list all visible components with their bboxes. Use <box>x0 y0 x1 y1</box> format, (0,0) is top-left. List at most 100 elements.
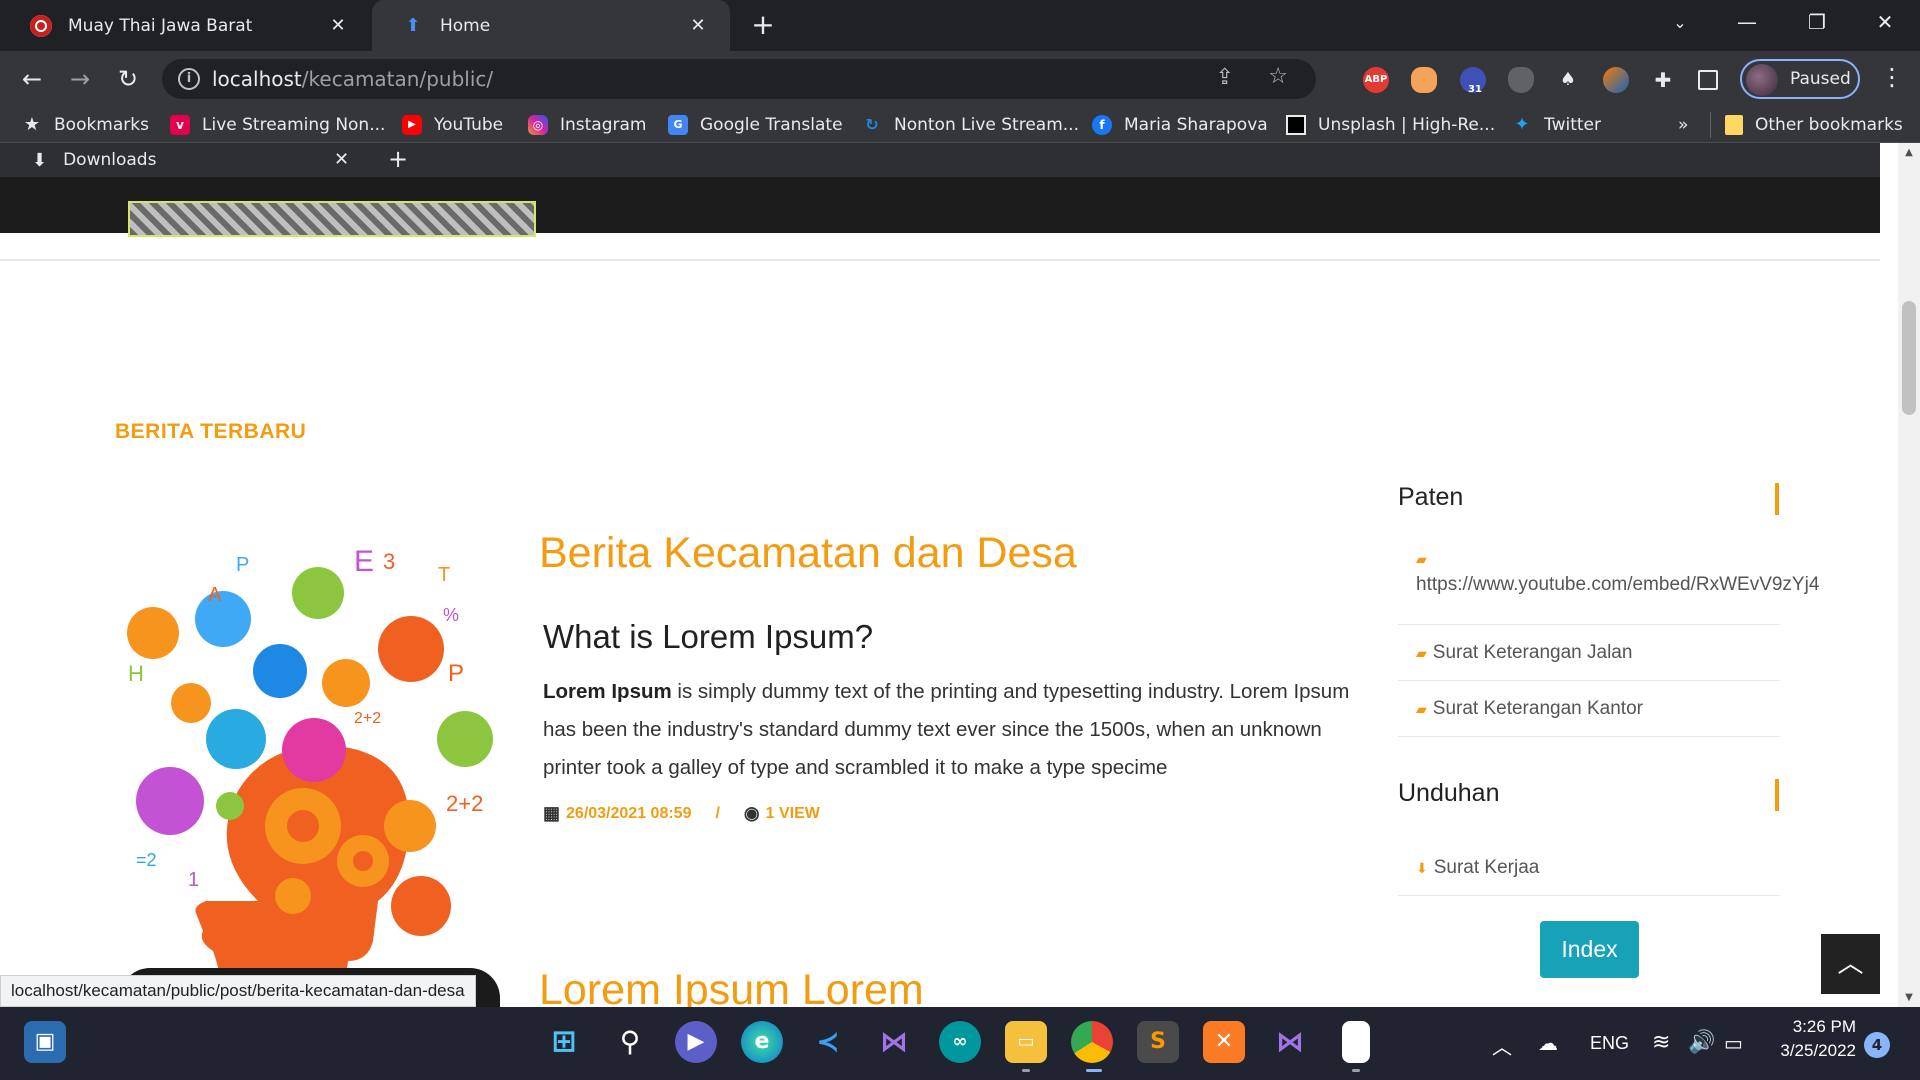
arduino-icon[interactable]: ∞ <box>939 1021 981 1063</box>
forward-button[interactable]: → <box>64 63 96 95</box>
volume-icon[interactable]: 🔊 <box>1688 1029 1715 1055</box>
chrome-icon[interactable] <box>1071 1021 1113 1063</box>
sidebar-item-paten-link[interactable]: ▰ https://www.youtube.com/embed/RxWEvV9z… <box>1398 551 1820 625</box>
tray-overflow-icon[interactable]: ︿ <box>1492 1031 1512 1060</box>
language-indicator[interactable]: ENG <box>1590 1033 1629 1054</box>
extension-orb-icon[interactable] <box>1603 67 1629 93</box>
extension-calendar-icon[interactable]: 31 <box>1460 67 1486 95</box>
address-bar[interactable]: i localhost/kecamatan/public/ ⇪ ☆ <box>162 59 1316 99</box>
visual-studio-icon[interactable]: ⋈ <box>873 1021 915 1063</box>
back-button[interactable]: ← <box>16 63 48 95</box>
clock[interactable]: 3:26 PM 3/25/2022 <box>1772 1017 1856 1061</box>
visual-studio-2-icon[interactable]: ⋈ <box>1269 1021 1311 1063</box>
running-indicator <box>1352 1069 1360 1072</box>
bookmark-youtube[interactable]: ▶ YouTube <box>402 107 503 143</box>
close-downloads-icon[interactable]: ✕ <box>334 149 349 170</box>
tab-muay-thai[interactable]: Muay Thai Jawa Barat ✕ <box>0 0 370 51</box>
bookmark-label: Bookmarks <box>54 115 149 135</box>
dna-bubble-icon <box>206 709 266 769</box>
notification-badge[interactable]: 4 <box>1864 1032 1890 1058</box>
search-icon[interactable]: ⚲ <box>609 1021 651 1063</box>
post-title-link[interactable]: Lorem Ipsum Lorem <box>539 966 924 1007</box>
svg-text:P: P <box>236 554 249 576</box>
extensions-puzzle-icon[interactable]: ✚ <box>1650 67 1676 93</box>
star-icon: ★ <box>23 114 41 135</box>
tab-search-icon[interactable]: ⌄ <box>1650 0 1710 45</box>
sidebar-item-paten-jalan[interactable]: ▰ Surat Keterangan Jalan <box>1398 625 1780 681</box>
bookmark-twitter[interactable]: ✦ Twitter <box>1512 107 1601 143</box>
sidebar-item-label: Surat Keterangan Jalan <box>1432 642 1633 663</box>
downloads-tab[interactable]: ⬇ Downloads <box>0 143 372 177</box>
adblock-plus-icon[interactable]: ABP <box>1363 67 1389 93</box>
header-divider <box>0 259 1880 261</box>
widgets-icon[interactable]: ▣ <box>24 1021 66 1063</box>
cube-bubble-icon <box>282 718 346 782</box>
tab-title: Muay Thai Jawa Barat <box>68 15 253 36</box>
shield-extension-icon[interactable] <box>1508 67 1534 93</box>
heading-accent-bar <box>1775 779 1779 811</box>
onedrive-cloud-icon[interactable]: ☁ <box>1538 1031 1558 1056</box>
globe-bubble-icon <box>384 800 436 852</box>
twitter-icon: ✦ <box>1514 114 1530 135</box>
sidebar-item-paten-kantor[interactable]: ▰ Surat Keterangan Kantor <box>1398 681 1780 737</box>
page-scrollbar[interactable]: ▲ ▼ <box>1898 143 1920 1007</box>
reload-button[interactable]: ↻ <box>112 63 144 95</box>
wifi-icon[interactable]: ≋ <box>1652 1029 1670 1055</box>
other-bookmarks[interactable]: Other bookmarks <box>1710 112 1903 138</box>
xampp-icon[interactable]: ✕ <box>1203 1021 1245 1063</box>
address-url[interactable]: localhost/kecamatan/public/ <box>212 59 493 99</box>
gear-small-icon <box>275 878 311 914</box>
browser-tab-strip: Muay Thai Jawa Barat ✕ ⬆ Home ✕ + ⌄ — ❐ … <box>0 0 1920 51</box>
facebook-icon: f <box>1092 115 1112 135</box>
extension-fox-icon[interactable] <box>1411 67 1437 93</box>
bookmark-star-icon[interactable]: ☆ <box>1268 64 1288 89</box>
svg-text:%: % <box>443 605 459 625</box>
vscode-icon[interactable]: ≺ <box>807 1021 849 1063</box>
sidebar-item-unduhan-surat[interactable]: ⬇ Surat Kerjaa <box>1398 840 1780 896</box>
url-host: localhost <box>212 67 302 91</box>
bookmarks-overflow-button[interactable]: » <box>1678 107 1688 143</box>
menu-kebab-icon[interactable]: ⋮ <box>1880 63 1904 91</box>
scroll-down-arrow-icon[interactable]: ▼ <box>1898 992 1920 1003</box>
bookmark-label: Nonton Live Stream... <box>894 115 1079 135</box>
bookmark-bookmarks[interactable]: ★ Bookmarks <box>22 107 149 143</box>
site-info-icon[interactable]: i <box>178 68 200 90</box>
bookmark-unsplash[interactable]: Unsplash | High-Re... <box>1286 107 1495 143</box>
close-tab-icon[interactable]: ✕ <box>686 15 710 36</box>
close-window-button[interactable]: ✕ <box>1855 0 1915 45</box>
teams-chat-icon[interactable]: ▶ <box>675 1021 717 1063</box>
post-title-link[interactable]: Berita Kecamatan dan Desa <box>539 529 1077 578</box>
penguin-extension-icon[interactable]: ♠ <box>1555 67 1581 93</box>
edge-icon[interactable]: e <box>741 1021 783 1063</box>
share-icon[interactable]: ⇪ <box>1216 65 1234 90</box>
windows-start-icon[interactable]: ⊞ <box>543 1021 585 1063</box>
sublime-text-icon[interactable]: S <box>1137 1021 1179 1063</box>
index-button[interactable]: Index <box>1540 921 1639 978</box>
tab-title: Home <box>440 15 491 36</box>
notepad-icon[interactable] <box>1342 1021 1370 1063</box>
restore-button[interactable]: ❐ <box>1787 0 1847 45</box>
play-bubble-icon <box>195 591 251 647</box>
tab-home[interactable]: ⬆ Home ✕ <box>372 0 730 51</box>
new-tab-icon[interactable]: + <box>388 145 408 173</box>
bookmark-google-translate[interactable]: G Google Translate <box>668 107 843 143</box>
scrollbar-thumb[interactable] <box>1902 301 1916 415</box>
minimize-button[interactable]: — <box>1717 0 1777 45</box>
youtube-icon: ▶ <box>402 115 422 135</box>
bookmark-instagram[interactable]: ◎ Instagram <box>528 107 647 143</box>
bookmark-nonton[interactable]: ↻ Nonton Live Stream... <box>862 107 1079 143</box>
svg-text:=2: =2 <box>136 850 157 870</box>
bookmark-facebook[interactable]: f Maria Sharapova <box>1092 107 1268 143</box>
close-tab-icon[interactable]: ✕ <box>326 15 350 36</box>
sidebar-item-label: https://www.youtube.com/embed/RxWEvV9zYj… <box>1416 574 1820 595</box>
post-date: 26/03/2021 08:59 <box>566 804 692 822</box>
back-to-top-button[interactable]: ︿ <box>1821 934 1880 994</box>
bookmark-vidio[interactable]: v Live Streaming Non... <box>170 107 385 143</box>
profile-button[interactable]: Paused <box>1740 59 1860 99</box>
side-panel-icon[interactable] <box>1698 70 1718 90</box>
new-tab-button[interactable]: + <box>748 10 778 40</box>
downloads-label: Downloads <box>63 150 157 170</box>
file-explorer-icon[interactable]: ▭ <box>1005 1021 1047 1063</box>
battery-icon[interactable]: ▭ <box>1724 1031 1743 1056</box>
scroll-up-arrow-icon[interactable]: ▲ <box>1898 147 1920 158</box>
